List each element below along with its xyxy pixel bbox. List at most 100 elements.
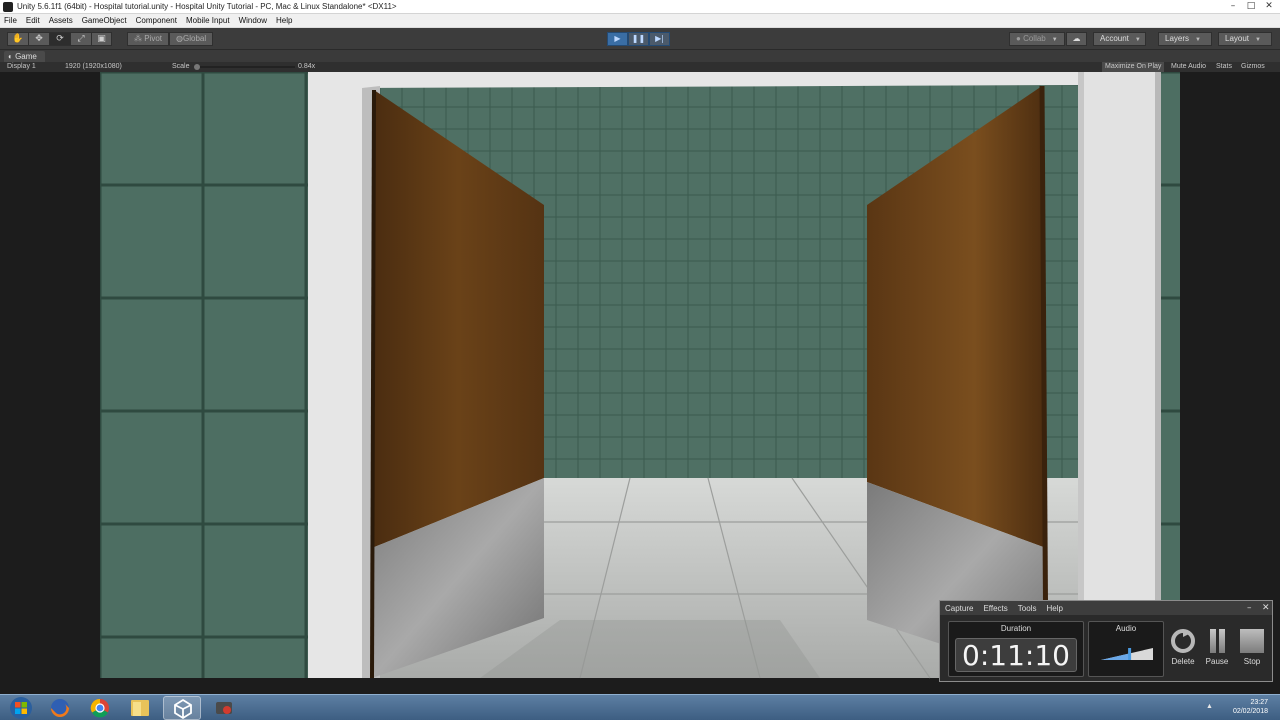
rect-tool-button[interactable]: ▣ bbox=[91, 32, 112, 46]
step-icon: ▶| bbox=[655, 34, 664, 43]
recorder-menu-tools[interactable]: Tools bbox=[1018, 604, 1037, 613]
cloud-check-icon: ● bbox=[1016, 34, 1021, 43]
rotate-tool-button[interactable]: ⟳ bbox=[49, 32, 70, 46]
window-controls: – □ ✕ bbox=[1224, 0, 1278, 14]
menu-gameobject[interactable]: GameObject bbox=[82, 16, 127, 25]
mute-audio-toggle[interactable]: Mute Audio bbox=[1171, 62, 1206, 72]
move-tool-button[interactable]: ✥ bbox=[28, 32, 49, 46]
game-options-bar: Display 1 1920 (1920x1080) Scale 0.84x M… bbox=[0, 62, 1280, 72]
cloud-services-button[interactable]: ☁ bbox=[1066, 32, 1087, 46]
audio-panel: Audio bbox=[1088, 621, 1164, 677]
rotate-icon: ⟳ bbox=[56, 34, 64, 44]
stop-record-button[interactable]: Stop bbox=[1237, 629, 1267, 666]
duration-value: 0:11:10 bbox=[955, 638, 1077, 672]
duration-panel: Duration 0:11:10 bbox=[948, 621, 1084, 677]
account-dropdown[interactable]: Account ▼ bbox=[1093, 32, 1146, 46]
hand-icon: ✋ bbox=[12, 34, 24, 44]
taskbar-file-explorer[interactable] bbox=[121, 696, 159, 720]
scale-icon: ⤢ bbox=[77, 34, 85, 44]
scale-value: 0.84x bbox=[298, 63, 316, 70]
chevron-down-icon: ▼ bbox=[1134, 37, 1141, 43]
play-button[interactable]: ▶ bbox=[607, 32, 628, 46]
recorder-menu-help[interactable]: Help bbox=[1046, 604, 1062, 613]
chevron-down-icon: ▼ bbox=[1051, 37, 1058, 43]
clock-time: 23:27 bbox=[1250, 699, 1268, 706]
taskbar-unity[interactable] bbox=[163, 696, 201, 720]
windows-taskbar: ▲ 23:27 02/02/2018 bbox=[0, 694, 1280, 720]
move-icon: ✥ bbox=[35, 34, 43, 44]
global-toggle[interactable]: ◍Global bbox=[169, 32, 214, 46]
global-icon: ◍ bbox=[176, 34, 184, 43]
maximize-on-play-toggle[interactable]: Maximize On Play bbox=[1102, 62, 1165, 72]
global-label: Global bbox=[183, 34, 207, 43]
pause-icon bbox=[1205, 629, 1229, 653]
layout-label: Layout bbox=[1225, 34, 1250, 43]
cloud-icon: ☁ bbox=[1072, 34, 1081, 43]
tab-game[interactable]: ◐ Game bbox=[4, 51, 45, 62]
taskbar-clock[interactable]: 23:27 02/02/2018 bbox=[1208, 698, 1268, 716]
recorder-menu-effects[interactable]: Effects bbox=[983, 604, 1007, 613]
maximize-button[interactable]: □ bbox=[1242, 0, 1260, 13]
screen-recorder-panel: Capture Effects Tools Help – ✕ Duration … bbox=[939, 600, 1273, 682]
layout-dropdown[interactable]: Layout ▼ bbox=[1218, 32, 1272, 46]
delete-label: Delete bbox=[1171, 657, 1195, 666]
game-controller-icon: ◐ bbox=[8, 52, 13, 61]
pause-record-button[interactable]: Pause bbox=[1202, 629, 1232, 666]
pause-button[interactable]: ❚❚ bbox=[628, 32, 649, 46]
hand-tool-button[interactable]: ✋ bbox=[7, 32, 28, 46]
audio-label: Audio bbox=[1115, 624, 1137, 633]
recorder-minimize-button[interactable]: – bbox=[1247, 602, 1252, 614]
layers-dropdown[interactable]: Layers ▼ bbox=[1158, 32, 1212, 46]
account-label: Account bbox=[1100, 34, 1129, 43]
screen: Unity 5.6.1f1 (64bit) - Hospital tutoria… bbox=[0, 0, 1280, 720]
start-button[interactable] bbox=[3, 696, 41, 720]
scale-slider-track[interactable] bbox=[195, 66, 295, 68]
rect-icon: ▣ bbox=[97, 34, 106, 44]
recorder-close-button[interactable]: ✕ bbox=[1262, 602, 1270, 614]
layers-label: Layers bbox=[1165, 34, 1190, 43]
audio-level-slider[interactable] bbox=[1101, 648, 1153, 660]
delete-button[interactable]: Delete bbox=[1168, 629, 1198, 666]
chevron-down-icon: ▼ bbox=[1195, 37, 1201, 43]
unity-app-icon bbox=[3, 1, 13, 12]
collab-dropdown[interactable]: ● Collab ▼ bbox=[1009, 32, 1065, 46]
taskbar-recorder-app[interactable] bbox=[205, 696, 243, 720]
transform-tools: ✋ ✥ ⟳ ⤢ ▣ bbox=[7, 32, 112, 46]
windows-start-icon bbox=[10, 697, 32, 719]
pivot-toggles: ⁂ Pivot ◍Global bbox=[127, 32, 214, 46]
duration-label: Duration bbox=[1000, 624, 1032, 633]
scale-tool-button[interactable]: ⤢ bbox=[70, 32, 91, 46]
firefox-icon bbox=[51, 699, 69, 717]
menu-help[interactable]: Help bbox=[276, 16, 292, 25]
tab-game-label: Game bbox=[15, 52, 37, 61]
menu-edit[interactable]: Edit bbox=[26, 16, 40, 25]
taskbar-firefox[interactable] bbox=[41, 696, 79, 720]
close-button[interactable]: ✕ bbox=[1260, 0, 1278, 13]
scale-slider-handle[interactable] bbox=[194, 64, 200, 70]
recorder-menu-capture[interactable]: Capture bbox=[945, 604, 973, 613]
stop-icon bbox=[1240, 629, 1264, 653]
recorder-app-icon bbox=[216, 702, 232, 714]
recorder-menu-bar: Capture Effects Tools Help bbox=[940, 601, 1272, 615]
chevron-down-icon: ▼ bbox=[1255, 37, 1261, 43]
menu-component[interactable]: Component bbox=[136, 16, 177, 25]
menu-assets[interactable]: Assets bbox=[49, 16, 73, 25]
gizmos-dropdown[interactable]: Gizmos bbox=[1241, 62, 1265, 72]
minimize-button[interactable]: – bbox=[1224, 0, 1242, 13]
play-icon: ▶ bbox=[614, 34, 621, 43]
scale-label: Scale bbox=[172, 63, 190, 70]
menu-mobile-input[interactable]: Mobile Input bbox=[186, 16, 230, 25]
display-dropdown[interactable]: Display 1 bbox=[7, 62, 36, 72]
pivot-toggle[interactable]: ⁂ Pivot bbox=[127, 32, 170, 46]
menu-file[interactable]: File bbox=[4, 16, 17, 25]
stats-toggle[interactable]: Stats bbox=[1216, 62, 1232, 72]
resolution-dropdown[interactable]: 1920 (1920x1080) bbox=[65, 62, 122, 72]
stop-label: Stop bbox=[1243, 657, 1261, 666]
menu-window[interactable]: Window bbox=[239, 16, 267, 25]
game-tab-bar: ◐ Game bbox=[0, 50, 1280, 62]
pivot-label: Pivot bbox=[144, 34, 163, 43]
chrome-icon bbox=[90, 698, 109, 718]
main-toolbar: ✋ ✥ ⟳ ⤢ ▣ ⁂ Pivot ◍Global ▶ ❚❚ ▶| ● Coll… bbox=[0, 28, 1280, 50]
step-button[interactable]: ▶| bbox=[649, 32, 670, 46]
taskbar-chrome[interactable] bbox=[81, 696, 119, 720]
